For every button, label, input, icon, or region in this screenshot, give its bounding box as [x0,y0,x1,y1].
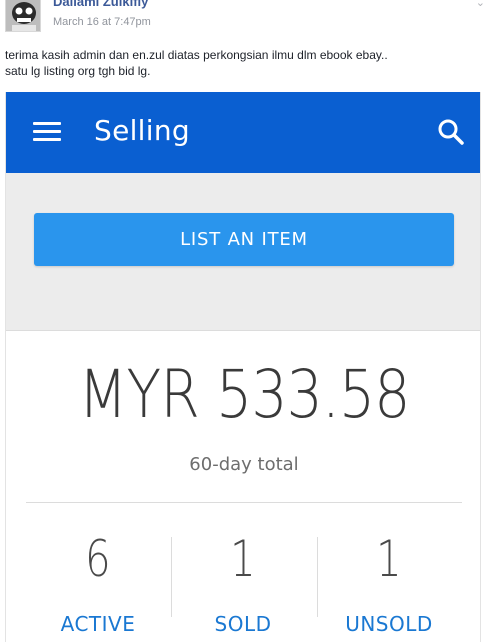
stat-active-count: 6 [85,530,111,588]
stat-sold[interactable]: 1 SOLD [164,534,322,636]
page-title: Selling [94,114,190,147]
stat-unsold-count: 1 [376,530,402,588]
stat-active[interactable]: 6 ACTIVE [19,534,177,636]
list-item-section: LIST AN ITEM [6,173,480,331]
list-an-item-button[interactable]: LIST AN ITEM [34,213,454,266]
divider [26,502,462,503]
post-header: Dallami Zulkifly March 16 at 7:47pm ⌄ [0,0,499,38]
post-text-line: satu lg listing org tgh bid lg. [5,64,151,78]
sales-amount: MYR 533.58 [78,356,410,433]
avatar-image [6,0,40,31]
stat-unsold[interactable]: 1 UNSOLD [310,534,468,636]
post-author[interactable]: Dallami Zulkifly [53,0,148,9]
hamburger-menu-icon[interactable] [33,122,61,142]
app-bar: Selling [6,92,480,173]
chevron-down-icon[interactable]: ⌄ [476,0,485,9]
search-icon[interactable] [436,117,466,147]
stat-sold-label: SOLD [214,612,272,636]
ebay-selling-screenshot: Selling LIST AN ITEM MYR 533.58 60-day t… [5,92,481,642]
sales-amount-caption: 60-day total [189,454,299,475]
stat-unsold-label: UNSOLD [345,612,433,636]
post-body: terima kasih admin dan en.zul diatas per… [5,47,485,79]
avatar[interactable] [5,0,41,32]
post-timestamp[interactable]: March 16 at 7:47pm [53,16,151,28]
post-text-line: terima kasih admin dan en.zul diatas per… [5,48,388,62]
stat-sold-count: 1 [230,530,256,588]
stat-active-label: ACTIVE [60,612,136,636]
